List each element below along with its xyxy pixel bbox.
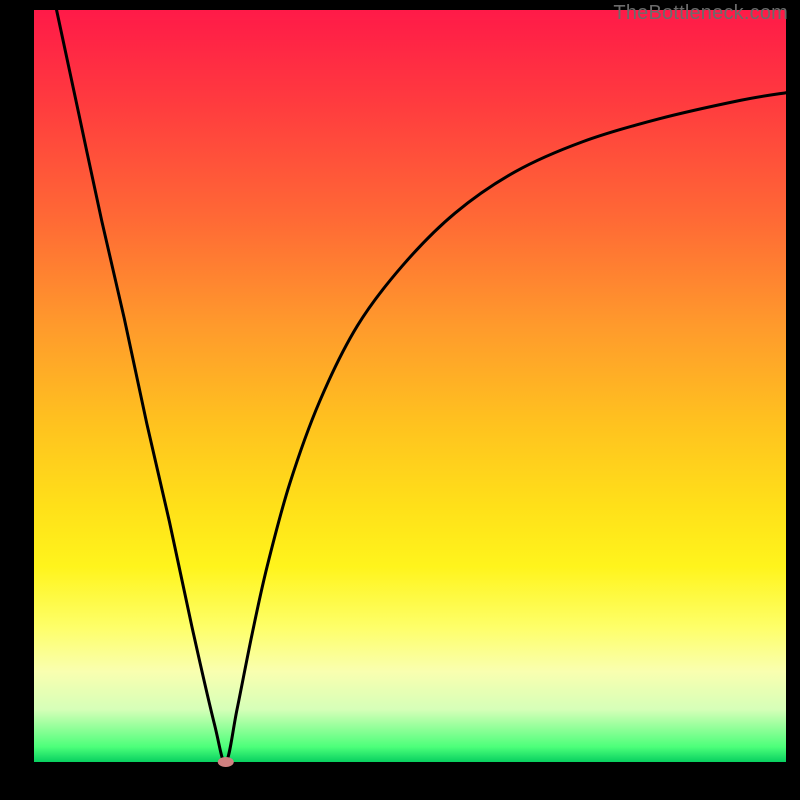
plot-area [34,10,786,762]
attribution-text: TheBottleneck.com [613,2,788,25]
bottleneck-curve [57,10,786,762]
chart-frame: TheBottleneck.com [0,0,800,800]
curve-layer [34,10,786,762]
minimum-marker [218,757,234,767]
